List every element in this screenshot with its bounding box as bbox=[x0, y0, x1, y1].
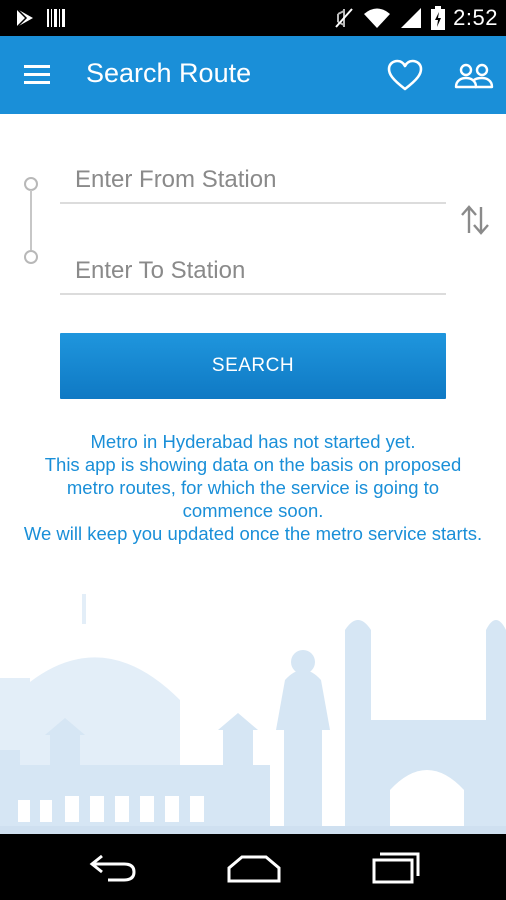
notice-line: This app is showing data on the basis on… bbox=[44, 454, 462, 521]
app-bar: Search Route bbox=[0, 36, 506, 114]
from-station-input[interactable] bbox=[60, 158, 446, 204]
menu-button[interactable] bbox=[22, 60, 56, 90]
people-icon bbox=[454, 63, 494, 89]
status-right: 2:52 bbox=[333, 5, 498, 31]
notice-line: We will keep you updated once the metro … bbox=[23, 523, 483, 544]
nav-recents-button[interactable] bbox=[370, 850, 422, 889]
mute-icon bbox=[335, 8, 353, 28]
wifi-icon bbox=[364, 8, 391, 28]
signal-icon bbox=[401, 8, 422, 28]
search-button[interactable]: SEARCH bbox=[60, 333, 446, 399]
battery-charging-icon bbox=[431, 6, 446, 30]
nav-back-button[interactable] bbox=[88, 850, 138, 889]
barcode-icon bbox=[47, 9, 65, 27]
people-button[interactable] bbox=[454, 60, 494, 92]
heart-icon bbox=[387, 59, 423, 91]
status-time: 2:52 bbox=[453, 5, 498, 30]
from-marker bbox=[24, 177, 38, 191]
system-nav-bar bbox=[0, 834, 506, 900]
status-bar: 2:52 bbox=[0, 0, 506, 36]
recents-icon bbox=[372, 852, 420, 884]
play-store-icon bbox=[16, 8, 33, 28]
route-connector-line bbox=[30, 190, 32, 250]
back-icon bbox=[89, 854, 136, 882]
status-left bbox=[14, 7, 66, 29]
notice-message: Metro in Hyderabad has not started yet. … bbox=[20, 430, 486, 545]
to-station-input[interactable] bbox=[60, 249, 446, 295]
favorites-button[interactable] bbox=[386, 58, 424, 94]
home-icon bbox=[227, 855, 281, 883]
page-title: Search Route bbox=[86, 58, 252, 88]
nav-home-button[interactable] bbox=[226, 854, 282, 889]
notice-line: Metro in Hyderabad has not started yet. bbox=[90, 431, 416, 452]
menu-icon bbox=[24, 65, 50, 84]
swap-stations-button[interactable] bbox=[458, 203, 492, 237]
hyderabad-skyline-illustration bbox=[0, 594, 506, 834]
to-marker bbox=[24, 250, 38, 264]
swap-vertical-icon bbox=[461, 205, 489, 235]
